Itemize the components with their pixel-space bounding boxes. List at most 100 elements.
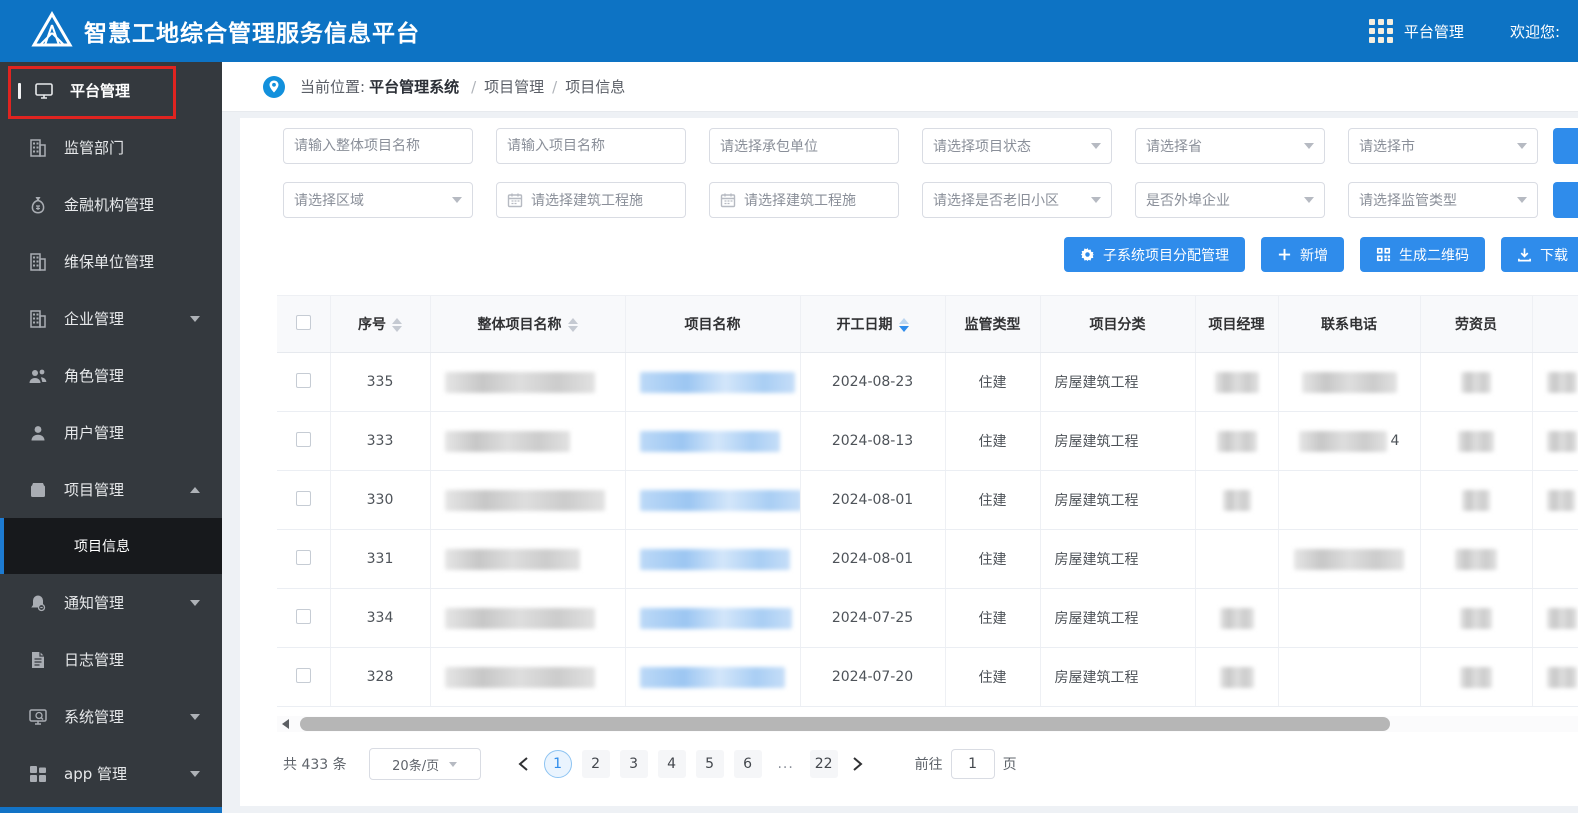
project-category-cell: 房屋建筑工程 — [1040, 411, 1196, 471]
page-button-3[interactable]: 3 — [619, 750, 648, 778]
project-category-cell: 房屋建筑工程 — [1040, 588, 1196, 648]
filter-input-row1-2[interactable] — [496, 128, 686, 164]
select-all-checkbox[interactable] — [295, 314, 311, 330]
cutoff-primary-button-1[interactable] — [1553, 128, 1578, 164]
column-header-4[interactable]: 开工日期 — [800, 295, 946, 353]
visible-digit: 4 — [1390, 433, 1400, 449]
sidebar-item-project[interactable]: 项目管理 — [0, 461, 222, 518]
redacted-blur-block — [1460, 666, 1492, 688]
scrollbar-thumb[interactable] — [300, 717, 1390, 731]
redacted-cell — [1532, 470, 1578, 530]
filter-select-row1-4[interactable]: 请选择项目状态 — [922, 128, 1112, 164]
filter-select-row2-4[interactable]: 请选择是否老旧小区 — [922, 182, 1112, 218]
next-page-button[interactable] — [843, 749, 873, 779]
row-checkbox-cell — [277, 411, 331, 471]
redacted-cell — [430, 588, 626, 648]
qrcode-icon — [1376, 247, 1391, 262]
redacted-cell: 4 — [1278, 411, 1421, 471]
row-checkbox[interactable] — [295, 549, 311, 565]
add-button[interactable]: 新增 — [1261, 237, 1344, 272]
supervision-type-cell: 住建 — [945, 352, 1041, 412]
qrcode-button[interactable]: 生成二维码 — [1360, 237, 1485, 272]
start-date-cell: 2024-08-13 — [800, 411, 946, 471]
page-button-2[interactable]: 2 — [581, 750, 610, 778]
button-label: 新增 — [1300, 247, 1328, 264]
sidebar-item-label: 金融机构管理 — [64, 196, 155, 214]
filter-date-row2-2[interactable]: 请选择建筑工程施 — [496, 182, 686, 218]
page-ellipsis[interactable]: ... — [772, 750, 800, 778]
sidebar-item-finance[interactable]: 金融机构管理 — [0, 176, 222, 233]
column-header-7: 项目经理 — [1195, 295, 1279, 353]
filter-input-row1-1[interactable] — [283, 128, 473, 164]
page-button-1[interactable]: 1 — [543, 750, 572, 778]
goto-page-input[interactable] — [950, 749, 995, 779]
sidebar-item-role[interactable]: 角色管理 — [0, 347, 222, 404]
chevron-down-icon — [190, 599, 200, 606]
page-button-6[interactable]: 6 — [733, 750, 762, 778]
apps-grid-icon[interactable] — [1368, 18, 1394, 44]
supervision-type-cell: 住建 — [945, 647, 1041, 707]
building-icon — [28, 252, 48, 272]
row-checkbox[interactable] — [295, 431, 311, 447]
row-checkbox[interactable] — [295, 608, 311, 624]
assign-button[interactable]: 子系统项目分配管理 — [1064, 237, 1245, 272]
filter-date-row2-3[interactable]: 请选择建筑工程施 — [709, 182, 899, 218]
download-button[interactable]: 下载 — [1501, 237, 1578, 272]
chevron-down-icon — [1304, 143, 1314, 149]
sidebar-item-platform[interactable]: 平台管理 — [0, 62, 222, 119]
sidebar-item-regulator[interactable]: 监管部门 — [0, 119, 222, 176]
sidebar-item-label: 平台管理 — [70, 82, 131, 100]
user-icon — [28, 423, 48, 443]
page-button-5[interactable]: 5 — [695, 750, 724, 778]
sidebar-item-enterprise[interactable]: 企业管理 — [0, 290, 222, 347]
page-button-22[interactable]: 22 — [809, 750, 838, 778]
filter-text-input[interactable] — [507, 138, 675, 154]
sidebar-item-label: 通知管理 — [64, 594, 125, 612]
breadcrumb-item-project[interactable]: 项目管理 — [484, 76, 544, 97]
redacted-blur-block — [1214, 371, 1259, 393]
sidebar-item-maintenance[interactable]: 维保单位管理 — [0, 233, 222, 290]
redacted-blur-block — [639, 489, 799, 511]
column-header-1[interactable]: 序号 — [330, 295, 431, 353]
filter-select-row1-3[interactable]: 请选择承包单位 — [709, 128, 899, 164]
start-date-cell: 2024-07-25 — [800, 588, 946, 648]
sidebar-item-user[interactable]: 用户管理 — [0, 404, 222, 461]
filter-select-row2-6[interactable]: 请选择监管类型 — [1348, 182, 1538, 218]
filter-select-row1-5[interactable]: 请选择省 — [1135, 128, 1325, 164]
sidebar-item-app[interactable]: app 管理 — [0, 745, 222, 802]
page-size-select[interactable]: 20条/页 — [368, 748, 481, 780]
seq-cell: 335 — [330, 352, 431, 412]
redacted-blur-block — [1222, 489, 1251, 511]
column-header-10: 联 — [1532, 295, 1578, 353]
filter-placeholder: 请选择建筑工程施 — [531, 193, 643, 209]
filter-text-input[interactable] — [294, 138, 462, 154]
filter-select-row2-1[interactable]: 请选择区域 — [283, 182, 473, 218]
redacted-blur-block — [1460, 607, 1492, 629]
header-nav-platform[interactable]: 平台管理 — [1404, 21, 1464, 42]
table-row: 334 2024-07-25 住建 房屋建筑工程 — [277, 588, 1578, 648]
column-label: 劳资员 — [1455, 317, 1497, 333]
sidebar-item-log[interactable]: 日志管理 — [0, 631, 222, 688]
cutoff-primary-button-2[interactable] — [1553, 182, 1578, 218]
app-root: 智慧工地综合管理服务信息平台 平台管理 欢迎您: 平台管理 监管部门 金融机构管理维… — [0, 0, 1578, 813]
scrollbar-left-arrow-icon[interactable] — [282, 719, 289, 729]
prev-page-button[interactable] — [509, 749, 539, 779]
sidebar-item-notice[interactable]: 通知管理 — [0, 574, 222, 631]
row-checkbox[interactable] — [295, 372, 311, 388]
sidebar-item-system[interactable]: 系统管理 — [0, 688, 222, 745]
sidebar-item-project-info[interactable]: 项目信息 — [0, 518, 222, 574]
page-button-4[interactable]: 4 — [657, 750, 686, 778]
filter-select-row1-6[interactable]: 请选择市 — [1348, 128, 1538, 164]
building-icon — [28, 138, 48, 158]
row-checkbox[interactable] — [295, 667, 311, 683]
filter-select-row2-5[interactable]: 是否外埠企业 — [1135, 182, 1325, 218]
column-label: 序号 — [358, 317, 386, 333]
breadcrumb-root[interactable]: 平台管理系统 — [369, 76, 459, 97]
filter-placeholder: 是否外埠企业 — [1146, 193, 1230, 209]
row-checkbox-cell — [277, 470, 331, 530]
row-checkbox[interactable] — [295, 490, 311, 506]
column-header-2[interactable]: 整体项目名称 — [430, 295, 626, 353]
column-label: 项目分类 — [1089, 317, 1146, 333]
redacted-cell — [1195, 411, 1279, 471]
bell-icon — [28, 593, 48, 613]
